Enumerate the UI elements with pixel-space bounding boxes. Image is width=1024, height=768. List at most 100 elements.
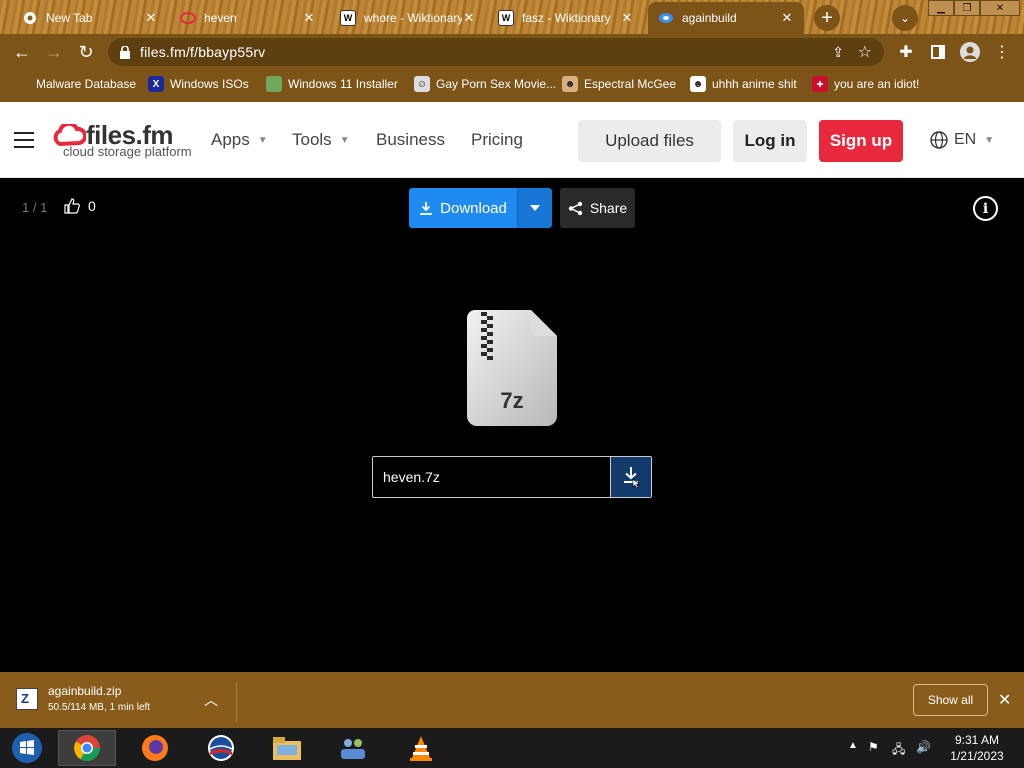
new-tab-button[interactable]: + (814, 5, 840, 31)
taskbar-vlc-icon[interactable] (392, 730, 450, 766)
back-arrow-icon[interactable]: ← (10, 40, 34, 64)
caret-down-icon: ▼ (339, 134, 350, 146)
show-all-button[interactable]: Show all (913, 684, 988, 716)
profile-avatar-icon[interactable] (958, 40, 982, 64)
close-tab-icon[interactable]: ✕ (144, 10, 158, 26)
uk-flag-icon: ✚ (812, 76, 828, 92)
tab-search-chevron-icon[interactable]: ⌄ (892, 5, 918, 31)
browser-toolbar: ← → ↻ files.fm/f/bbayp55rv ⇪ ☆ ✚ ⋮ (0, 34, 1024, 70)
download-item[interactable]: againbuild.zip 50.5/114 MB, 1 min left (16, 684, 150, 713)
network-icon[interactable]: 🖧 (892, 740, 905, 761)
minimize-window-icon[interactable]: ▁ (928, 0, 954, 16)
close-tab-icon[interactable]: ✕ (462, 10, 476, 26)
share-icon (568, 201, 583, 215)
divider (236, 682, 237, 722)
extensions-puzzle-icon[interactable]: ✚ (894, 40, 918, 64)
avatar-thumbnail-icon: ☺ (414, 76, 430, 92)
taskbar-obama-icon[interactable] (192, 730, 250, 766)
zip-file-icon (16, 687, 38, 710)
hamburger-menu-icon[interactable] (14, 132, 34, 148)
system-clock[interactable]: 9:31 AM 1/21/2023 (944, 732, 1010, 764)
info-icon[interactable]: i (973, 196, 998, 221)
taskbar-firefox-icon[interactable] (126, 730, 184, 766)
tab-heven[interactable]: heven ✕ (170, 2, 326, 34)
log-in-button[interactable]: Log in (733, 120, 807, 162)
caret-down-icon: ▼ (257, 134, 268, 146)
file-name-bar: heven.7z (372, 456, 652, 498)
bookmark-star-icon[interactable]: ☆ (858, 42, 872, 62)
like-button[interactable]: 0 (64, 198, 96, 214)
download-status: 50.5/114 MB, 1 min left (48, 702, 151, 713)
close-tab-icon[interactable]: ✕ (780, 10, 794, 26)
page-counter: 1 / 1 (22, 200, 48, 215)
download-icon (420, 202, 433, 215)
caret-down-icon: ▼ (984, 134, 995, 146)
clock-time: 9:31 AM (954, 733, 1000, 747)
tab-fasz-wiktionary[interactable]: W fasz - Wiktionary ✕ (488, 2, 644, 34)
files-fm-icon (658, 10, 674, 26)
bookmark-espectral-mcgee[interactable]: ☻ Espectral McGee (562, 76, 676, 92)
download-options-caret-icon[interactable] (517, 188, 552, 228)
tab-whore-wiktionary[interactable]: W whore - Wiktionary ✕ (330, 2, 486, 34)
bookmark-gay-porn-sex-movie[interactable]: ☺ Gay Porn Sex Movie... (414, 76, 556, 92)
files-fm-logo[interactable]: files.fm cloud storage platform (52, 120, 192, 162)
sign-up-button[interactable]: Sign up (819, 120, 903, 162)
wiktionary-icon: W (340, 10, 356, 26)
tab-new-tab[interactable]: New Tab ✕ (12, 2, 168, 34)
nav-pricing[interactable]: Pricing (471, 130, 523, 150)
chrome-icon (22, 10, 38, 26)
download-button-group: Download (409, 188, 552, 228)
language-selector[interactable]: EN ▼ (930, 131, 994, 149)
address-bar[interactable]: files.fm/f/bbayp55rv ⇪ ☆ (108, 38, 884, 66)
upload-files-button[interactable]: Upload files (578, 120, 721, 162)
nav-tools[interactable]: Tools ▼ (292, 130, 350, 150)
archive-file-icon: 7z (467, 310, 557, 426)
show-hidden-icons-chevron-icon[interactable]: ▲ (848, 740, 858, 751)
close-tab-icon[interactable]: ✕ (302, 10, 316, 26)
bookmark-windows-11-installer[interactable]: Windows 11 Installer (266, 76, 398, 92)
taskbar-file-explorer-icon[interactable] (258, 730, 316, 766)
download-icon (624, 467, 640, 488)
site-header: files.fm cloud storage platform Apps ▼ To… (0, 102, 1024, 178)
action-center-flag-icon[interactable]: ⚑ (868, 740, 879, 754)
close-icon[interactable]: ✕ (998, 690, 1011, 710)
volume-icon[interactable]: 🔊 (916, 740, 931, 754)
globe-icon (930, 131, 948, 149)
bookmark-uhhh-anime-shit[interactable]: ☻ uhhh anime shit (690, 76, 797, 92)
download-file-name: againbuild.zip (48, 684, 122, 698)
file-download-button[interactable] (610, 457, 651, 497)
bookmark-windows-isos[interactable]: X Windows ISOs (148, 76, 249, 92)
tab-againbuild[interactable]: againbuild ✕ (648, 2, 804, 34)
anime-face-icon: ☻ (690, 76, 706, 92)
bookmarks-bar: Malware Database X Windows ISOs Windows 1… (0, 70, 1024, 102)
close-tab-icon[interactable]: ✕ (620, 10, 634, 26)
download-shelf: againbuild.zip 50.5/114 MB, 1 min left ︿… (0, 672, 1024, 728)
browser-tab-strip: New Tab ✕ heven ✕ W whore - Wiktionary ✕… (0, 0, 1024, 34)
side-panel-icon[interactable] (926, 40, 950, 64)
restore-window-icon[interactable]: ❐ (954, 0, 980, 16)
reload-icon[interactable]: ↻ (74, 40, 98, 64)
bookmark-you-are-an-idiot[interactable]: ✚ you are an idiot! (812, 76, 919, 92)
taskbar-chrome-icon[interactable] (58, 730, 116, 766)
share-page-icon[interactable]: ⇪ (832, 44, 844, 61)
chrome-menu-icon[interactable]: ⋮ (990, 40, 1014, 64)
taskbar-users-icon[interactable] (324, 730, 382, 766)
start-button-icon[interactable] (0, 730, 54, 766)
chevron-up-icon[interactable]: ︿ (204, 690, 218, 710)
blank-page-icon (14, 76, 30, 92)
close-window-icon[interactable]: ✕ (980, 0, 1020, 16)
file-viewer: 1 / 1 0 Download Share i 7z heven.7z (0, 178, 1024, 672)
share-button[interactable]: Share (560, 188, 635, 228)
nav-business[interactable]: Business (376, 130, 445, 150)
x-logo-icon: X (148, 76, 164, 92)
files-fm-icon (180, 10, 196, 26)
wiktionary-icon: W (498, 10, 514, 26)
download-button[interactable]: Download (409, 188, 517, 228)
forward-arrow-icon[interactable]: → (42, 40, 66, 64)
lock-icon (120, 45, 130, 59)
url-text: files.fm/f/bbayp55rv (140, 44, 266, 60)
clock-date: 1/21/2023 (950, 749, 1004, 763)
windows-taskbar: ▲ ⚑ 🖧 🔊 9:31 AM 1/21/2023 (0, 728, 1024, 768)
bookmark-malware-database[interactable]: Malware Database (14, 76, 136, 92)
nav-apps[interactable]: Apps ▼ (211, 130, 268, 150)
